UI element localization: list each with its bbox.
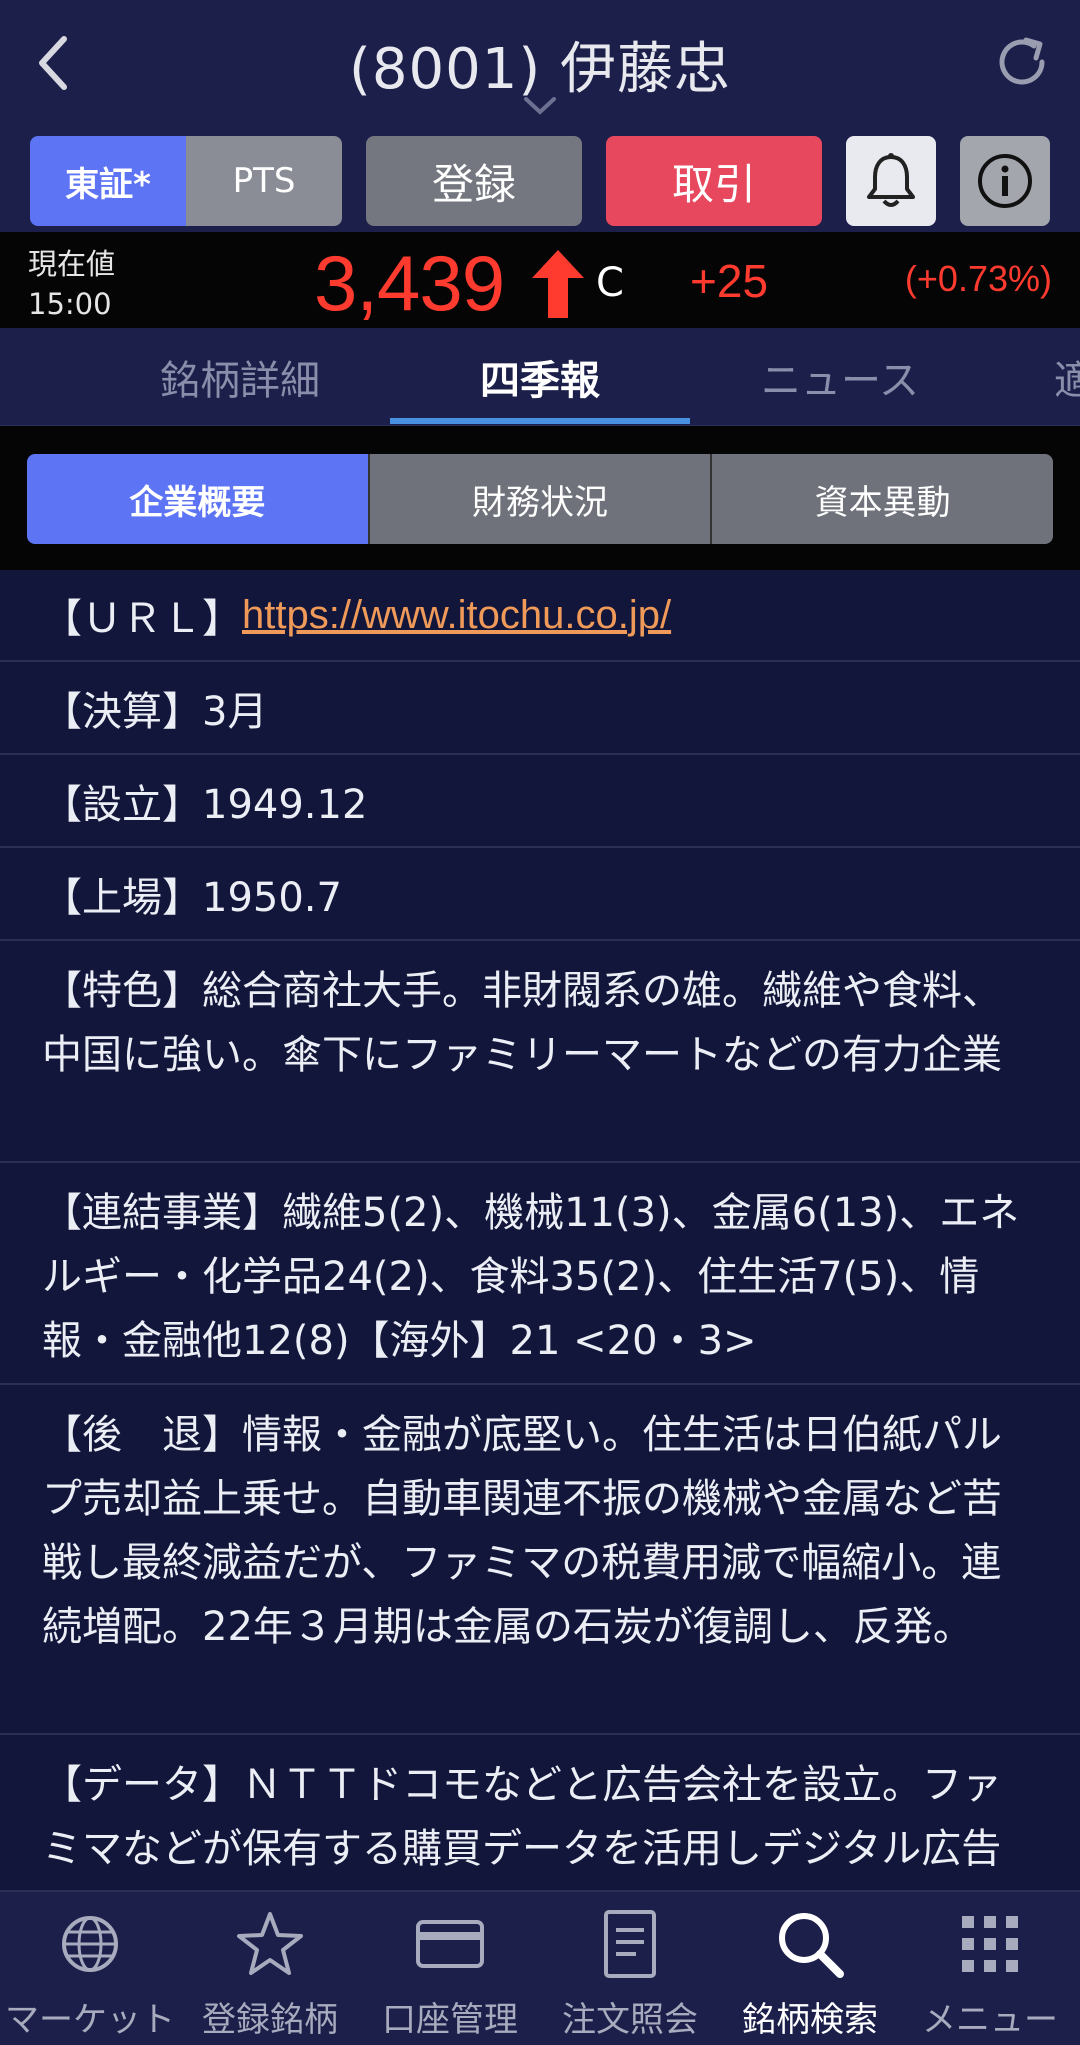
- nav-account[interactable]: 口座管理: [360, 1892, 540, 2045]
- nav-stock-search[interactable]: 銘柄検索: [720, 1892, 900, 2045]
- price-change-percent: (+0.73%): [904, 258, 1052, 299]
- nav-watchlist-label: 登録銘柄: [202, 2000, 338, 2040]
- price-panel: 現在値 15:00 3,439 C +25 (+0.73%): [0, 232, 1080, 328]
- founded-row: 【設立】1949.12: [0, 755, 1080, 848]
- nav-market-label: マーケット: [5, 2000, 175, 2040]
- info-icon: [978, 154, 1032, 208]
- nav-watchlist[interactable]: 登録銘柄: [180, 1892, 360, 2045]
- trade-button[interactable]: 取引: [606, 136, 822, 226]
- fiscal-row: 【決算】3月: [0, 662, 1080, 755]
- price-flag: C: [596, 260, 624, 306]
- header-bar: (8001) 伊藤忠: [0, 0, 1080, 128]
- url-key: 【ＵＲＬ】: [42, 596, 242, 642]
- nav-orders-label: 注文照会: [562, 2000, 698, 2040]
- company-url-link[interactable]: https://www.itochu.co.jp/: [242, 593, 671, 638]
- subtab-company-overview[interactable]: 企業概要: [27, 454, 368, 544]
- market-pts-button[interactable]: PTS: [186, 136, 342, 226]
- listed-row: 【上場】1950.7: [0, 848, 1080, 941]
- tab-partial-right[interactable]: 適: [1054, 328, 1080, 426]
- bell-icon: [867, 153, 915, 207]
- stock-detail-screen: (8001) 伊藤忠 東証* PTS 登録 取引 現在値 15:00 3,439…: [0, 0, 1080, 2045]
- page-title[interactable]: (8001) 伊藤忠: [0, 24, 1080, 105]
- search-icon: [779, 1913, 844, 1978]
- nav-menu-label: メニュー: [922, 2000, 1058, 2040]
- subtab-capital-changes[interactable]: 資本異動: [710, 454, 1053, 544]
- bottom-nav: マーケット 登録銘柄 口座管理 注文照会 銘柄検索 メニュー: [0, 1890, 1080, 2045]
- market-toggle: 東証* PTS: [30, 136, 342, 226]
- alert-button[interactable]: [846, 136, 936, 226]
- detail-tabs: 銘柄詳細 四季報 ニュース 適: [0, 328, 1080, 426]
- url-row: 【ＵＲＬ】 https://www.itochu.co.jp/: [0, 570, 1080, 662]
- segments-row: 【連結事業】繊維5(2)、機械11(3)、金属6(13)、エネルギー・化学品24…: [0, 1163, 1080, 1385]
- price-label-group: 現在値 15:00: [28, 244, 115, 324]
- nav-orders[interactable]: 注文照会: [540, 1892, 720, 2045]
- market-tse-button[interactable]: 東証*: [30, 136, 186, 226]
- refresh-icon[interactable]: [990, 30, 1054, 94]
- star-icon: [237, 1912, 303, 1975]
- card-icon: [416, 1920, 484, 1968]
- subtab-panel: 企業概要 財務状況 資本異動: [0, 426, 1080, 570]
- subtab-segment: 企業概要 財務状況 資本異動: [27, 454, 1053, 544]
- data-row: 【データ】ＮＴＴドコモなどと広告会社を設立。ファミマなどが保有する購買データを活…: [42, 1762, 1002, 1872]
- tab-stock-detail[interactable]: 銘柄詳細: [90, 328, 390, 426]
- active-tab-indicator: [390, 418, 690, 424]
- current-price-label: 現在値: [28, 247, 116, 281]
- tab-partial-left[interactable]: [0, 328, 6, 426]
- outlook-row: 【後 退】情報・金融が底堅い。住生活は日伯紙パルプ売却益上乗せ。自動車関連不振の…: [0, 1385, 1080, 1735]
- arrow-up-icon: [532, 250, 584, 318]
- price-time: 15:00: [28, 287, 112, 321]
- company-overview-list: 【ＵＲＬ】 https://www.itochu.co.jp/ 【決算】3月 【…: [0, 570, 1080, 1890]
- register-button[interactable]: 登録: [366, 136, 582, 226]
- tab-shikiho[interactable]: 四季報: [390, 328, 690, 426]
- nav-market[interactable]: マーケット: [0, 1892, 180, 2045]
- price-change: +25: [690, 255, 769, 307]
- document-icon: [604, 1910, 656, 1978]
- tab-news[interactable]: ニュース: [690, 328, 990, 426]
- current-price: 3,439: [314, 239, 505, 327]
- nav-account-label: 口座管理: [382, 2000, 518, 2040]
- nav-menu[interactable]: メニュー: [900, 1892, 1080, 2045]
- action-bar: 東証* PTS 登録 取引: [0, 128, 1080, 232]
- subtab-financials[interactable]: 財務状況: [367, 454, 711, 544]
- feature-row: 【特色】総合商社大手。非財閥系の雄。繊維や食料、中国に強い。傘下にファミリーマー…: [0, 941, 1080, 1163]
- globe-icon: [62, 1916, 118, 1972]
- nav-stock-search-label: 銘柄検索: [742, 2000, 878, 2040]
- grid-menu-icon: [962, 1916, 1018, 1972]
- info-button[interactable]: [960, 136, 1050, 226]
- chevron-down-icon[interactable]: [522, 94, 558, 118]
